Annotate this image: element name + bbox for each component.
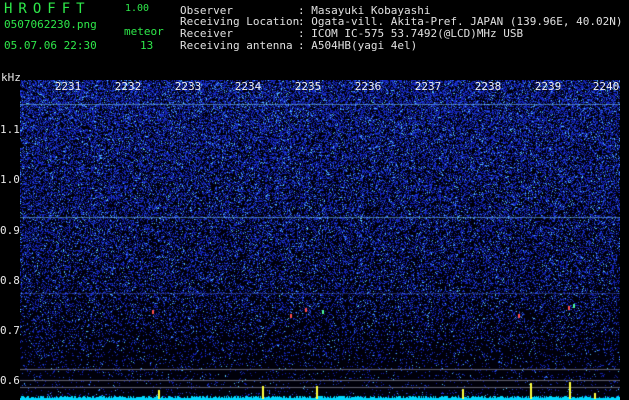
time-label: 2235 [294, 80, 322, 93]
date-time: 05.07.06 22:30 [4, 39, 97, 52]
time-label: 2240 [592, 80, 620, 93]
info-label: Receiving antenna [180, 39, 293, 52]
file-name: 0507062230.png [4, 18, 97, 31]
time-label: 2236 [354, 80, 382, 93]
y-tick: 0.9 [0, 224, 20, 237]
meteor-label: meteor [124, 25, 164, 38]
time-label: 2237 [414, 80, 442, 93]
time-label: 2234 [234, 80, 262, 93]
y-tick: 0.6 [0, 374, 20, 387]
y-tick: 1.0 [0, 173, 20, 186]
time-label: 2239 [534, 80, 562, 93]
info-row-antenna: Receiving antenna: A504HB(yagi 4el) [180, 39, 418, 52]
spectrogram-canvas [20, 80, 620, 400]
info-value: A504HB(yagi 4el) [311, 39, 418, 52]
y-tick: 0.7 [0, 324, 20, 337]
app-logo: HROFFT [4, 1, 91, 17]
y-axis-unit: kHz [1, 71, 21, 84]
time-label: 2232 [114, 80, 142, 93]
meteor-count: 13 [140, 39, 154, 52]
time-label: 2231 [54, 80, 82, 93]
app-version: 1.00 [125, 3, 150, 14]
y-tick: 0.8 [0, 274, 20, 287]
y-tick: 1.1 [0, 123, 20, 136]
time-label: 2233 [174, 80, 202, 93]
time-label: 2238 [474, 80, 502, 93]
